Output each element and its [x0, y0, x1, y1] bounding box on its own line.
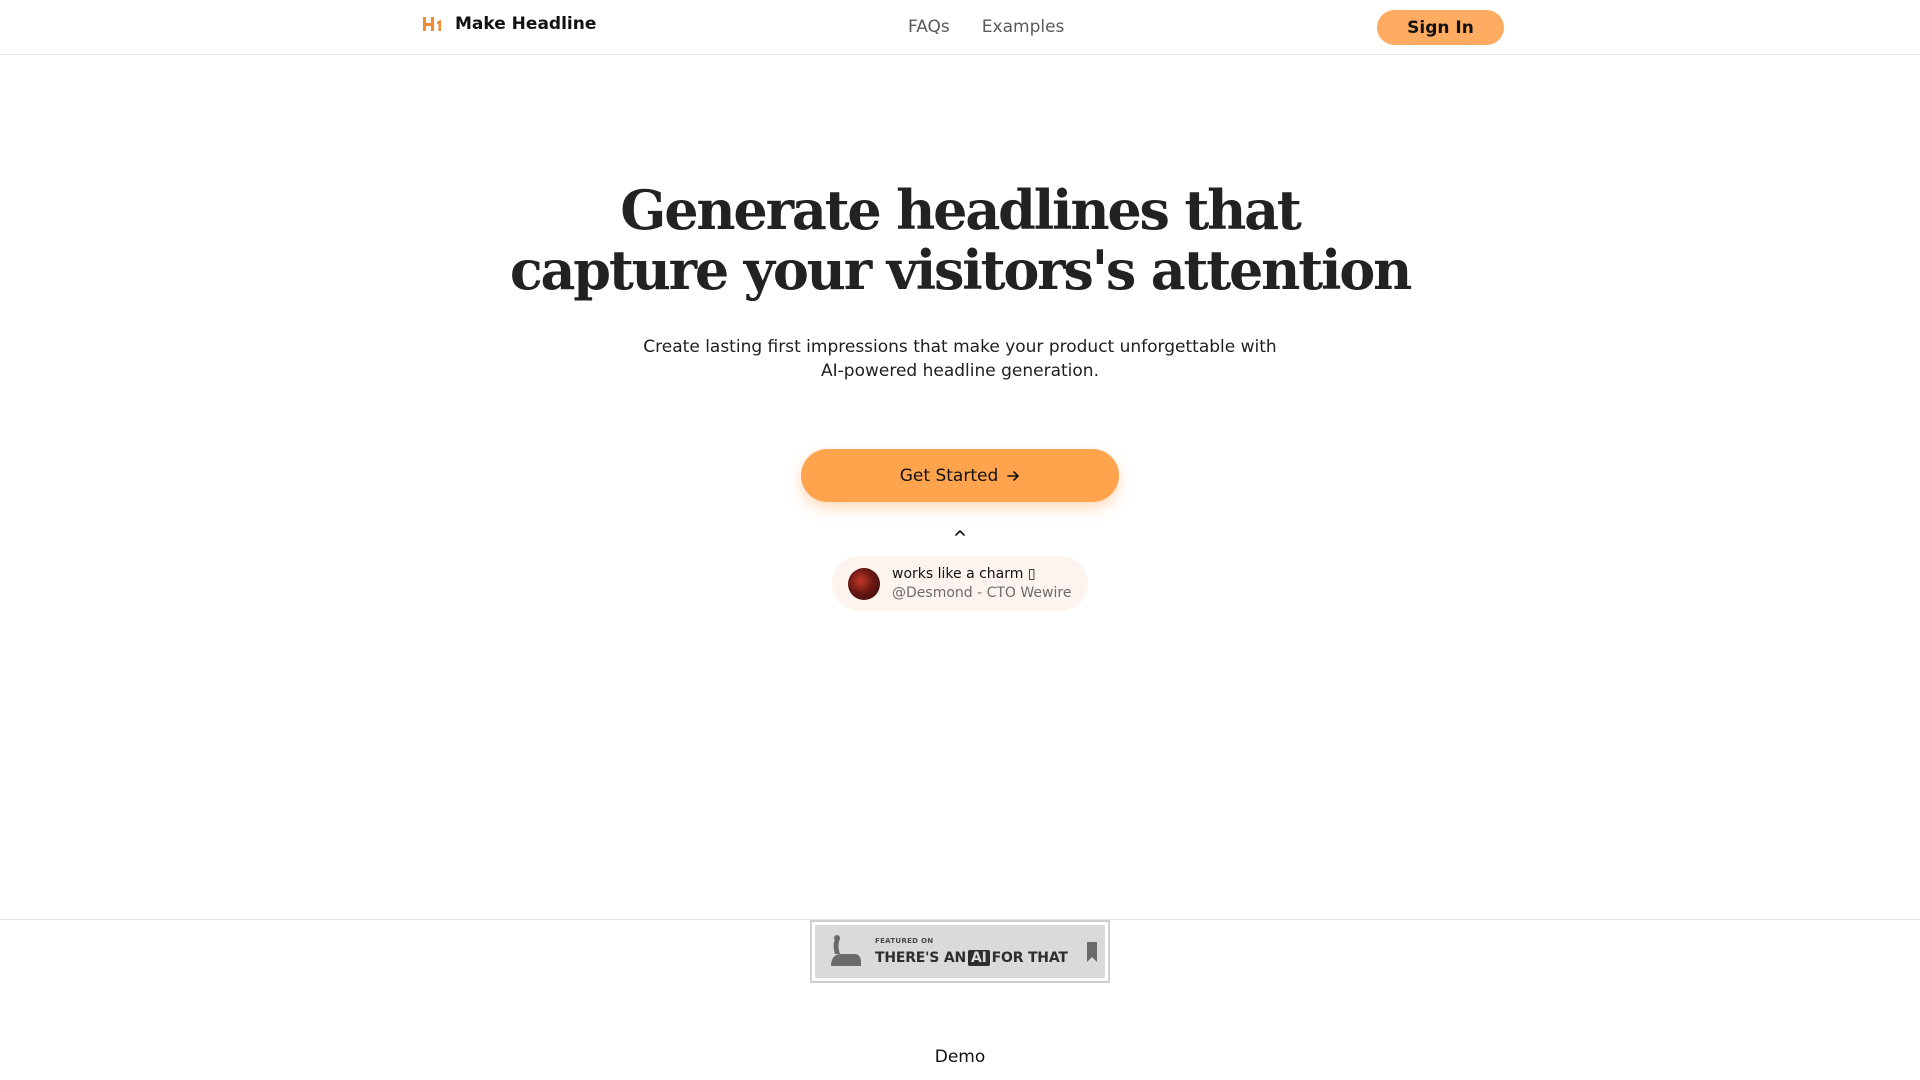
nav-link-examples[interactable]: Examples — [982, 17, 1065, 37]
featured-badge[interactable]: FEATURED ON THERE'S AN AI FOR THAT — [810, 920, 1110, 983]
h1-logo-icon — [423, 17, 441, 31]
robot-arm-icon — [831, 934, 861, 966]
site-header: Make Headline FAQs Examples Sign In — [0, 0, 1920, 55]
brand-link[interactable]: Make Headline — [421, 14, 596, 34]
badge-text: FEATURED ON THERE'S AN AI FOR THAT — [875, 936, 1068, 966]
nav-link-faqs[interactable]: FAQs — [908, 17, 950, 37]
sign-in-button[interactable]: Sign In — [1377, 10, 1504, 45]
hero-subtitle: Create lasting first impressions that ma… — [643, 337, 1277, 381]
testimonial-card: works like a charm ▯ @Desmond - CTO Wewi… — [832, 556, 1088, 611]
testimonial-author: @Desmond - CTO Wewire — [892, 584, 1072, 601]
main-nav: FAQs Examples — [908, 17, 1096, 37]
chevron-up-icon[interactable] — [953, 528, 967, 538]
demo-label: Demo — [934, 1047, 986, 1067]
testimonial-quote: works like a charm ▯ — [892, 565, 1036, 582]
hero-title: Generate headlines that capture your vis… — [460, 180, 1460, 300]
get-started-label: Get Started — [899, 465, 999, 486]
badge-big-text: THERE'S AN AI FOR THAT — [875, 949, 1068, 966]
arrow-right-icon — [1007, 470, 1020, 481]
avatar — [848, 567, 880, 600]
get-started-button[interactable]: Get Started — [801, 449, 1119, 502]
brand-name: Make Headline — [455, 14, 597, 34]
hero-title-line2: capture your visitors's attention — [509, 238, 1413, 302]
badge-prefix: THERE'S AN — [875, 949, 966, 966]
badge-small-text: FEATURED ON — [875, 936, 934, 945]
testimonial-text: works like a charm ▯ @Desmond - CTO Wewi… — [892, 565, 1071, 603]
badge-suffix: FOR THAT — [991, 949, 1068, 966]
badge-inner: FEATURED ON THERE'S AN AI FOR THAT — [815, 925, 1105, 978]
bookmark-icon — [1086, 941, 1097, 962]
badge-ai: AI — [967, 949, 990, 966]
hero-title-line1: Generate headlines that — [620, 178, 1302, 242]
